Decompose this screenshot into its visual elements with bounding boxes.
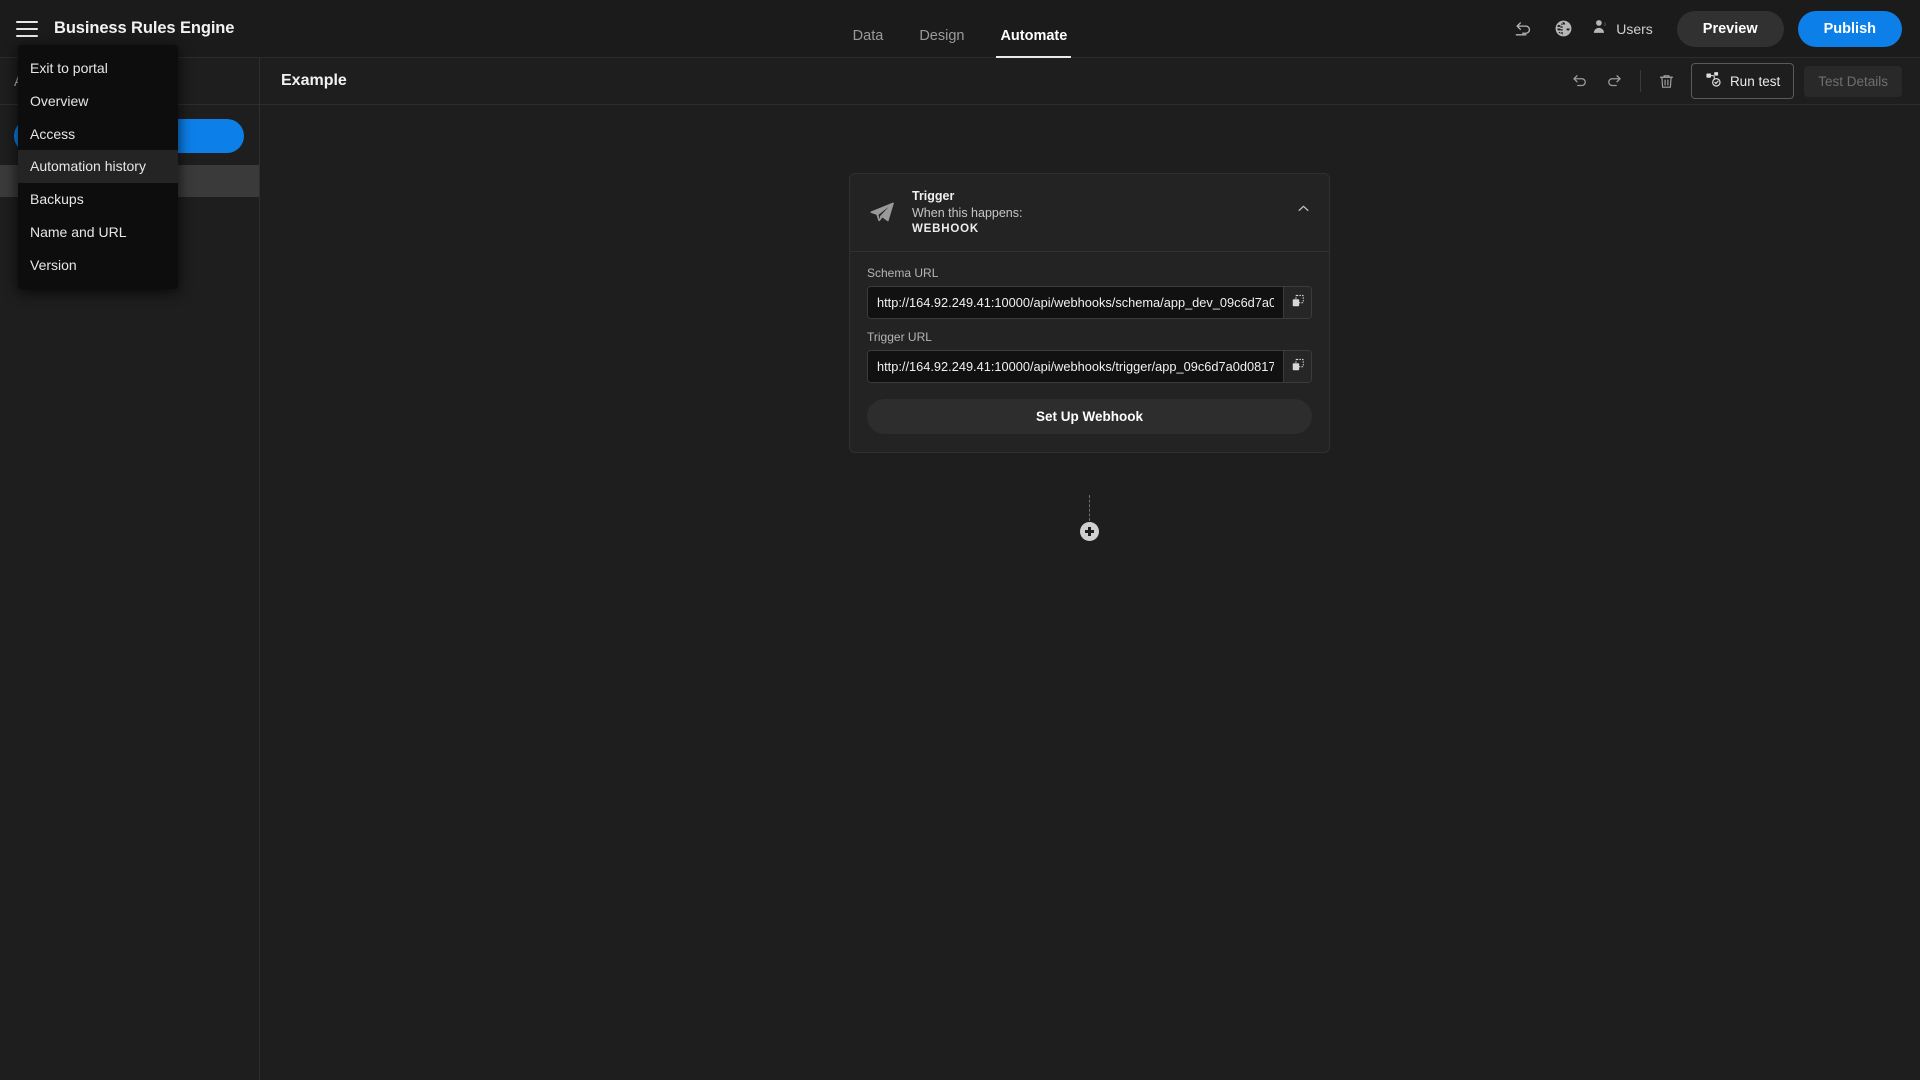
tab-data[interactable]: Data — [853, 0, 884, 58]
menu-item-overview[interactable]: Overview — [18, 85, 178, 118]
plus-circle-icon[interactable] — [1080, 522, 1099, 541]
menu-item-backups[interactable]: Backups — [18, 183, 178, 216]
undo-icon[interactable] — [1564, 65, 1596, 97]
trigger-card: Trigger When this happens: WEBHOOK Schem… — [849, 173, 1330, 453]
schema-url-row — [867, 286, 1312, 319]
automation-canvas: Trigger When this happens: WEBHOOK Schem… — [260, 105, 1920, 1080]
copy-schema-url-button[interactable] — [1283, 287, 1311, 318]
trigger-card-header[interactable]: Trigger When this happens: WEBHOOK — [850, 174, 1329, 252]
trigger-subtitle: When this happens: — [912, 206, 1023, 220]
run-test-button[interactable]: Run test — [1690, 63, 1795, 99]
topbar-right-group: Users Preview Publish — [1505, 10, 1902, 47]
flow-test-icon — [1705, 71, 1722, 91]
copy-icon — [1291, 294, 1305, 311]
globe-icon[interactable] — [1545, 11, 1581, 47]
app-menu-dropdown: Exit to portal Overview Access Automatio… — [18, 45, 178, 289]
copy-icon — [1291, 358, 1305, 375]
trash-icon[interactable] — [1651, 65, 1683, 97]
copy-trigger-url-button[interactable] — [1283, 351, 1311, 382]
paper-plane-icon — [868, 199, 898, 226]
schema-url-input[interactable] — [868, 287, 1283, 318]
schema-url-label: Schema URL — [867, 266, 939, 280]
test-details-button[interactable]: Test Details — [1804, 65, 1902, 97]
top-navigation-bar: Business Rules Engine Data Design Automa… — [0, 0, 1920, 58]
run-test-label: Run test — [1729, 73, 1781, 89]
content-header: Example Run test Test Details — [260, 58, 1920, 105]
trigger-card-header-text: Trigger When this happens: WEBHOOK — [912, 189, 1023, 235]
trigger-kicker: Trigger — [912, 189, 955, 203]
flow-connector-line — [1089, 495, 1091, 521]
menu-item-access[interactable]: Access — [18, 118, 178, 151]
publish-button[interactable]: Publish — [1797, 10, 1902, 47]
content-toolbar: Run test Test Details — [1564, 63, 1902, 99]
set-up-webhook-button[interactable]: Set Up Webhook — [867, 399, 1312, 434]
toolbar-divider — [1639, 70, 1641, 92]
chevron-up-icon[interactable] — [1296, 201, 1311, 221]
users-button[interactable]: Users — [1585, 11, 1663, 47]
menu-item-automation-history[interactable]: Automation history — [18, 150, 178, 184]
trigger-card-body: Schema URL Trigger URL — [850, 252, 1329, 452]
menu-item-version[interactable]: Version — [18, 249, 178, 282]
redo-icon[interactable] — [1598, 65, 1630, 97]
users-icon — [1591, 17, 1610, 41]
undo-revert-icon[interactable] — [1505, 11, 1541, 47]
menu-item-name-and-url[interactable]: Name and URL — [18, 216, 178, 249]
trigger-type-label: WEBHOOK — [912, 223, 979, 235]
users-label: Users — [1616, 20, 1653, 37]
trigger-url-label: Trigger URL — [867, 330, 932, 344]
tab-automate[interactable]: Automate — [996, 0, 1072, 58]
page-title: Example — [281, 72, 347, 89]
tab-design[interactable]: Design — [919, 0, 964, 58]
trigger-url-input[interactable] — [868, 351, 1283, 382]
trigger-url-row — [867, 350, 1312, 383]
menu-item-exit-to-portal[interactable]: Exit to portal — [18, 52, 178, 85]
preview-button[interactable]: Preview — [1676, 10, 1784, 47]
